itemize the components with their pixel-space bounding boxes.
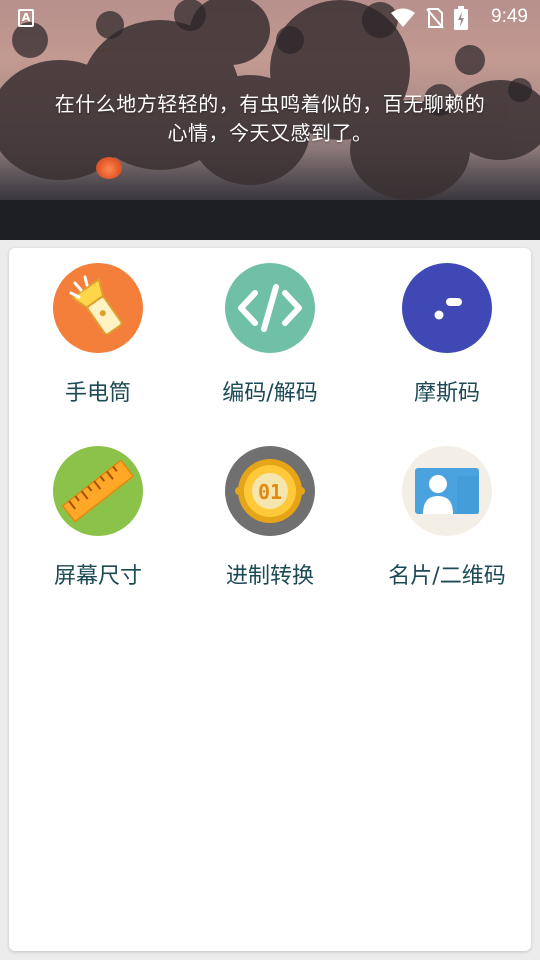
sunset-sun bbox=[96, 157, 122, 179]
tool-encode-decode[interactable]: 编码/解码 bbox=[181, 263, 359, 407]
battery-charging-icon bbox=[454, 6, 468, 30]
ruler-icon bbox=[53, 446, 143, 536]
tool-label: 屏幕尺寸 bbox=[53, 564, 142, 589]
tool-morse[interactable]: 摩斯码 bbox=[358, 263, 536, 407]
quote-line-2: 心情，今天又感到了。 bbox=[167, 121, 373, 145]
svg-text:01: 01 bbox=[258, 480, 282, 504]
no-sim-icon bbox=[426, 8, 444, 29]
header-banner: A 9:49 在什么地方轻轻的，有虫鸣着似的，百无聊赖的 心情，今天又感到了。 bbox=[0, 0, 540, 240]
code-icon bbox=[225, 263, 315, 353]
tool-flashlight[interactable]: 手电筒 bbox=[9, 263, 187, 407]
daily-quote: 在什么地方轻轻的，有虫鸣着似的，百无聊赖的 心情，今天又感到了。 bbox=[0, 90, 540, 148]
tool-label: 摩斯码 bbox=[413, 381, 480, 406]
app-badge-icon: A bbox=[18, 9, 34, 27]
flashlight-icon bbox=[53, 263, 143, 353]
tool-label: 手电筒 bbox=[64, 381, 131, 406]
tool-business-card-qr[interactable]: 名片/二维码 bbox=[358, 446, 536, 590]
wifi-icon bbox=[391, 8, 415, 27]
status-bar: A 9:49 bbox=[0, 0, 540, 36]
tool-screen-size[interactable]: 屏幕尺寸 bbox=[9, 446, 187, 590]
binary-coin-icon: 01 bbox=[225, 446, 315, 536]
tools-card: 手电筒 编码/解码 摩斯码 屏幕尺寸 01 进制转换 名片/二维码 bbox=[9, 248, 531, 951]
morse-icon bbox=[402, 263, 492, 353]
business-card-icon bbox=[402, 446, 492, 536]
tool-label: 编码/解码 bbox=[222, 381, 318, 406]
tool-base-conversion[interactable]: 01 进制转换 bbox=[181, 446, 359, 590]
quote-line-1: 在什么地方轻轻的，有虫鸣着似的，百无聊赖的 bbox=[54, 92, 486, 116]
tool-label: 名片/二维码 bbox=[388, 564, 506, 589]
status-time: 9:49 bbox=[491, 6, 528, 27]
tool-label: 进制转换 bbox=[225, 564, 314, 589]
